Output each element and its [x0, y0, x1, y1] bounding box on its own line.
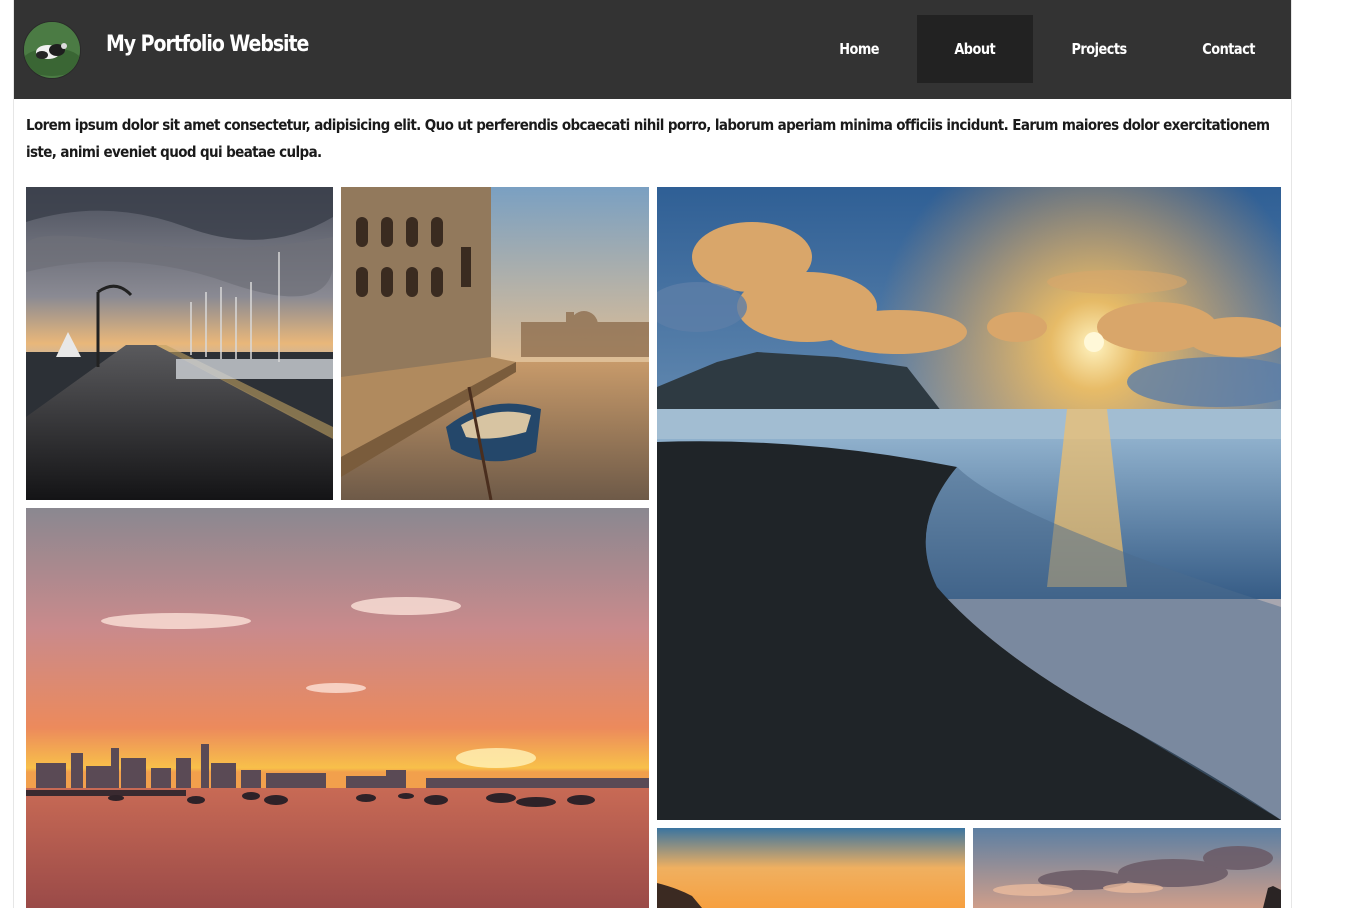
gallery-photo-coast[interactable] [657, 828, 965, 908]
page: My Portfolio Website Home About Projects… [13, 0, 1292, 908]
intro-text: Lorem ipsum dolor sit amet consectetur, … [26, 116, 1270, 161]
gallery-photo-harbor[interactable] [26, 508, 649, 908]
intro-paragraph: Lorem ipsum dolor sit amet consectetur, … [26, 112, 1274, 166]
gallery-photo-pier[interactable] [26, 187, 333, 500]
nav-about-label: About [954, 40, 996, 58]
nav-home[interactable]: Home [801, 15, 917, 83]
nav-home-label: Home [839, 40, 879, 58]
site-title[interactable]: My Portfolio Website [106, 32, 309, 57]
main-nav: Home About Projects Contact [801, 15, 1291, 83]
navbar: My Portfolio Website Home About Projects… [14, 0, 1291, 99]
nav-projects[interactable]: Projects [1033, 15, 1165, 83]
gallery-photo-beach[interactable] [657, 187, 1281, 820]
gallery-photo-riverside[interactable] [341, 187, 649, 500]
profile-photo-icon[interactable] [23, 21, 81, 79]
gallery-photo-clouds[interactable] [973, 828, 1281, 908]
nav-projects-label: Projects [1071, 40, 1127, 58]
nav-about[interactable]: About [917, 15, 1033, 83]
nav-contact[interactable]: Contact [1165, 15, 1291, 83]
nav-contact-label: Contact [1202, 40, 1256, 58]
